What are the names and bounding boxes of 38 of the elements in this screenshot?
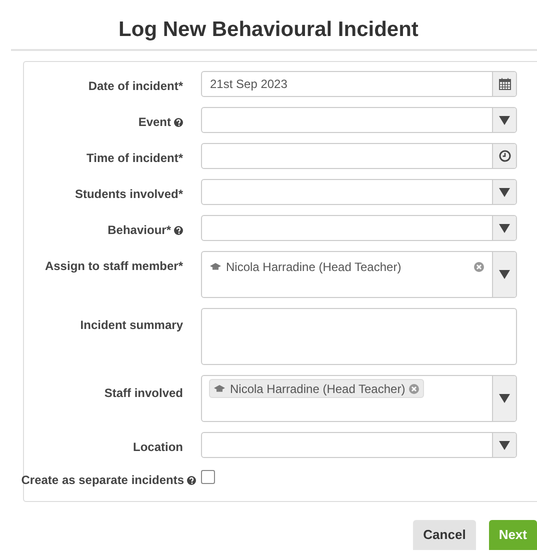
caret-icon	[499, 394, 510, 403]
field-label: Event	[138, 114, 171, 131]
checkbox[interactable]	[201, 470, 215, 484]
caret-icon	[499, 224, 510, 232]
cancel-button[interactable]: Cancel	[413, 520, 476, 550]
field-label: Create as separate incidents	[21, 472, 184, 489]
mortarboard-icon	[210, 263, 221, 271]
token-label: Nicola Harradine (Head Teacher)	[230, 380, 406, 398]
select-field[interactable]	[201, 179, 517, 205]
mortarboard-icon	[214, 384, 225, 392]
calendar-icon	[498, 78, 510, 90]
text-area[interactable]	[201, 308, 517, 365]
caret-icon	[499, 440, 510, 450]
select-field[interactable]: Nicola Harradine (Head Teacher)	[201, 251, 517, 298]
selected-value: Nicola Harradine (Head Teacher)	[226, 259, 402, 276]
field-label: Behaviour*	[108, 222, 171, 239]
clock-icon	[498, 150, 510, 162]
field-label: Assign to staff member*	[44, 258, 183, 275]
field-label: Incident summary	[80, 317, 183, 334]
select-field[interactable]	[201, 107, 517, 133]
clear-icon	[474, 262, 484, 272]
time-field[interactable]	[201, 143, 517, 169]
selected-token[interactable]: Nicola Harradine (Head Teacher)	[209, 379, 424, 398]
field-label: Staff involved	[104, 385, 183, 402]
dialog-title: Log New Behavioural Incident	[118, 17, 420, 43]
field-value: 21st Sep 2023	[210, 76, 288, 93]
field-label: Time of incident*	[86, 150, 183, 167]
field-label: Date of incident*	[88, 78, 183, 95]
caret-icon	[499, 270, 510, 279]
select-field[interactable]	[201, 215, 517, 241]
date-field[interactable]: 21st Sep 2023	[201, 71, 517, 97]
remove-icon	[409, 384, 420, 394]
select-field[interactable]	[201, 432, 517, 458]
select-field[interactable]: Nicola Harradine (Head Teacher)	[201, 375, 517, 422]
field-label: Location	[133, 439, 183, 456]
caret-icon	[499, 188, 510, 196]
field-label: Students involved*	[74, 186, 183, 203]
caret-icon	[499, 116, 510, 124]
